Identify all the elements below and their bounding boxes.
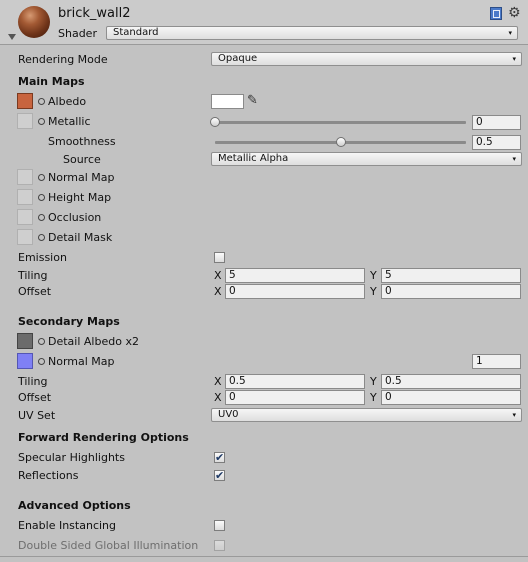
reflections-label: Reflections: [18, 469, 79, 482]
tiling-x-field[interactable]: 5: [225, 268, 365, 283]
detail-normal-map-label: Normal Map: [48, 355, 115, 368]
specular-highlights-checkbox[interactable]: ✔: [214, 452, 225, 463]
object-picker-icon[interactable]: [38, 358, 45, 365]
metallic-slider-track[interactable]: [215, 121, 466, 124]
enable-instancing-label: Enable Instancing: [18, 519, 116, 532]
metallic-slider-handle[interactable]: [210, 117, 220, 127]
tiling-x-label: X: [214, 269, 222, 282]
object-picker-icon[interactable]: [38, 234, 45, 241]
forward-rendering-heading: Forward Rendering Options: [18, 431, 189, 444]
emission-label: Emission: [18, 251, 67, 264]
object-picker-icon[interactable]: [38, 338, 45, 345]
checkmark-icon: ✔: [215, 469, 225, 482]
main-maps-heading: Main Maps: [18, 75, 85, 88]
double-sided-gi-label: Double Sided Global Illumination: [18, 539, 199, 552]
emission-checkbox[interactable]: [214, 252, 225, 263]
secondary-tiling-y-label: Y: [370, 375, 377, 388]
chevron-down-icon: ▾: [512, 55, 516, 63]
material-name: brick_wall2: [58, 6, 131, 21]
secondary-offset-y-field[interactable]: 0: [381, 390, 521, 405]
smoothness-value-field[interactable]: 0.5: [472, 135, 521, 150]
shader-label: Shader: [58, 27, 97, 40]
chevron-down-icon: ▾: [512, 411, 516, 419]
uv-set-label: UV Set: [18, 409, 56, 422]
detail-albedo-texture-slot[interactable]: [17, 333, 33, 349]
source-value: Metallic Alpha: [218, 153, 289, 164]
albedo-texture-slot[interactable]: [17, 93, 33, 109]
uv-set-dropdown[interactable]: UV0 ▾: [211, 408, 522, 422]
normal-map-label: Normal Map: [48, 171, 115, 184]
eyedropper-icon[interactable]: ✎: [247, 93, 258, 108]
rendering-mode-value: Opaque: [218, 53, 258, 64]
object-picker-icon[interactable]: [38, 118, 45, 125]
enable-instancing-checkbox[interactable]: [214, 520, 225, 531]
chevron-down-icon: ▾: [508, 29, 512, 37]
help-book-icon[interactable]: [490, 7, 502, 20]
material-inspector: brick_wall2 Shader Standard ▾ ⚙ Renderin…: [0, 0, 528, 562]
rendering-mode-dropdown[interactable]: Opaque ▾: [211, 52, 522, 66]
secondary-tiling-y-field[interactable]: 0.5: [381, 374, 521, 389]
offset-x-field[interactable]: 0: [225, 284, 365, 299]
checkmark-icon: ✔: [215, 451, 225, 464]
secondary-maps-heading: Secondary Maps: [18, 315, 120, 328]
material-preview-sphere: [18, 6, 50, 38]
rendering-mode-label: Rendering Mode: [18, 53, 108, 66]
tiling-y-label: Y: [370, 269, 377, 282]
detail-normal-map-texture-slot[interactable]: [17, 353, 33, 369]
object-picker-icon[interactable]: [38, 98, 45, 105]
secondary-offset-x-field[interactable]: 0: [225, 390, 365, 405]
secondary-offset-label: Offset: [18, 391, 52, 404]
secondary-offset-y-label: Y: [370, 391, 377, 404]
secondary-offset-x-label: X: [214, 391, 222, 404]
reflections-checkbox[interactable]: ✔: [214, 470, 225, 481]
albedo-label: Albedo: [48, 95, 87, 108]
detail-mask-label: Detail Mask: [48, 231, 113, 244]
object-picker-icon[interactable]: [38, 194, 45, 201]
offset-label: Offset: [18, 285, 52, 298]
object-picker-icon[interactable]: [38, 174, 45, 181]
specular-highlights-label: Specular Highlights: [18, 451, 125, 464]
metallic-value-field[interactable]: 0: [472, 115, 521, 130]
occlusion-label: Occlusion: [48, 211, 102, 224]
detail-albedo-label: Detail Albedo x2: [48, 335, 139, 348]
divider: [0, 556, 528, 557]
object-picker-icon[interactable]: [38, 214, 45, 221]
chevron-down-icon: ▾: [512, 155, 516, 163]
secondary-tiling-x-field[interactable]: 0.5: [225, 374, 365, 389]
height-map-texture-slot[interactable]: [17, 189, 33, 205]
uv-set-value: UV0: [218, 409, 239, 420]
advanced-options-heading: Advanced Options: [18, 499, 131, 512]
smoothness-label: Smoothness: [48, 135, 116, 148]
albedo-color-swatch[interactable]: [211, 94, 244, 109]
offset-x-label: X: [214, 285, 222, 298]
smoothness-slider-handle[interactable]: [335, 137, 346, 147]
source-label: Source: [63, 153, 101, 166]
smoothness-source-dropdown[interactable]: Metallic Alpha ▾: [211, 152, 522, 166]
gear-icon[interactable]: ⚙: [508, 5, 521, 21]
occlusion-texture-slot[interactable]: [17, 209, 33, 225]
detail-normal-scale-field[interactable]: 1: [472, 354, 521, 369]
offset-y-label: Y: [370, 285, 377, 298]
height-map-label: Height Map: [48, 191, 112, 204]
foldout-arrow-icon[interactable]: [8, 34, 16, 40]
metallic-texture-slot[interactable]: [17, 113, 33, 129]
metallic-label: Metallic: [48, 115, 91, 128]
tiling-y-field[interactable]: 5: [381, 268, 521, 283]
detail-mask-texture-slot[interactable]: [17, 229, 33, 245]
secondary-tiling-label: Tiling: [18, 375, 48, 388]
tiling-label: Tiling: [18, 269, 48, 282]
material-header: brick_wall2 Shader Standard ▾ ⚙: [0, 0, 528, 45]
normal-map-texture-slot[interactable]: [17, 169, 33, 185]
shader-dropdown[interactable]: Standard ▾: [106, 26, 518, 40]
shader-value: Standard: [113, 27, 159, 38]
offset-y-field[interactable]: 0: [381, 284, 521, 299]
secondary-tiling-x-label: X: [214, 375, 222, 388]
double-sided-gi-checkbox: [214, 540, 225, 551]
